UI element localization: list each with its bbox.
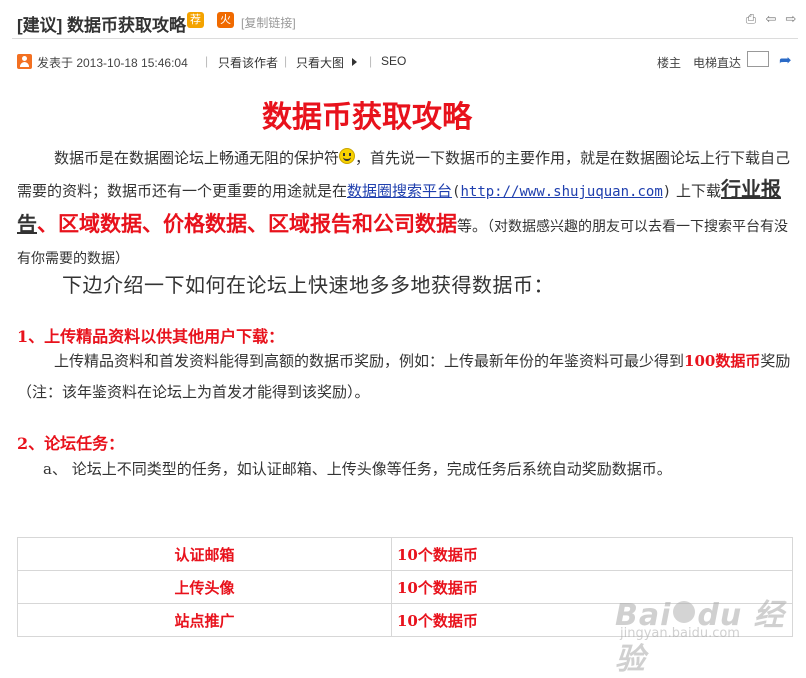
upload-paragraph: 上传精品资料和首发资料能得到高额的数据币奖励，例如：上传最新年份的年鉴资料可最少… [17,346,792,408]
watermark-url: jingyan.baidu.com [620,626,740,641]
thread-actions: ⎙ ⇦ ⇨ [744,13,798,27]
print-icon[interactable]: ⎙ [744,13,758,27]
floor-number-input[interactable] [747,51,769,67]
paragraph-text: 上下载 [671,182,721,200]
post-timestamp: 发表于 2013-10-18 15:46:04 [37,56,188,70]
highlight-text: 、区域数据、价格数据、区域报告和公司数据 [37,211,457,236]
go-floor-icon[interactable]: ➦ [779,51,792,69]
baidu-watermark: Bai du 经验 jingyan.baidu.com [615,590,806,678]
paragraph-text: 上传精品资料和首发资料能得到高额的数据币奖励，例如：上传最新年份的年鉴资料可最少… [54,352,685,370]
header-divider [12,38,798,39]
only-big-image-link[interactable]: 只看大图 [296,54,344,71]
tasks-paragraph: a、 论坛上不同类型的任务，如认证邮箱、上传头像等任务，完成任务后系统自动奖励数… [17,454,792,485]
play-arrow-icon[interactable] [352,58,357,66]
paragraph-text: ) [662,184,672,200]
thread-header: [建议] 数据币获取攻略 荐 火 [复制链接] ⎙ ⇦ ⇨ [0,0,806,40]
hot-badge: 火 [217,12,234,28]
paragraph-text: a、 论坛上不同类型的任务，如认证邮箱、上传头像等任务，完成任务后系统自动奖励数… [43,460,672,478]
search-platform-link[interactable]: 数据圈搜索平台 [347,182,452,200]
floor-owner-label: 楼主 [657,56,682,70]
table-cell-task: 站点推广 [17,603,392,637]
table-row: 认证邮箱 10个数据币 [17,537,793,571]
post-meta-bar: 发表于 2013-10-18 15:46:04 | 只看该作者 | 只看大图 |… [0,50,806,72]
smiley-emoticon-icon [339,148,356,164]
post-heading: 数据币获取攻略 [262,100,472,135]
table-cell-task: 上传头像 [17,570,392,604]
next-thread-icon[interactable]: ⇨ [784,13,798,27]
prev-thread-icon[interactable]: ⇦ [764,13,778,27]
user-avatar-icon[interactable] [17,54,32,69]
paragraph-text: 数据币是在数据圈论坛上畅通无阻的保护符 [54,149,340,167]
copy-link-button[interactable]: [复制链接] [241,14,296,31]
separator: | [284,54,288,68]
seo-link[interactable]: SEO [381,54,406,68]
site-url-link[interactable]: http://www.shujuquan.com [460,184,662,200]
separator: | [205,54,209,68]
elevator-label: 电梯直达 [693,56,742,70]
paw-icon [673,601,696,623]
paragraph-text: 等。 [457,217,488,235]
table-cell-reward: 10个数据币 [391,537,793,571]
highlight-text: 100数据币 [684,352,761,370]
section-title-tasks: 2、论坛任务： [17,434,125,453]
separator: | [369,54,373,68]
only-author-link[interactable]: 只看该作者 [218,54,278,71]
section-title-upload: 1、上传精品资料以供其他用户下载： [17,327,285,346]
intro-line: 下边介绍一下如何在论坛上快速地多多地获得数据币： [62,273,554,297]
thread-title: [建议] 数据币获取攻略 [17,16,187,35]
table-cell-task: 认证邮箱 [17,537,392,571]
recommend-badge: 荐 [187,12,204,28]
intro-paragraph: 数据币是在数据圈论坛上畅通无阻的保护符 ，首先说一下数据币的主要作用，就是在数据圈… [17,143,792,275]
